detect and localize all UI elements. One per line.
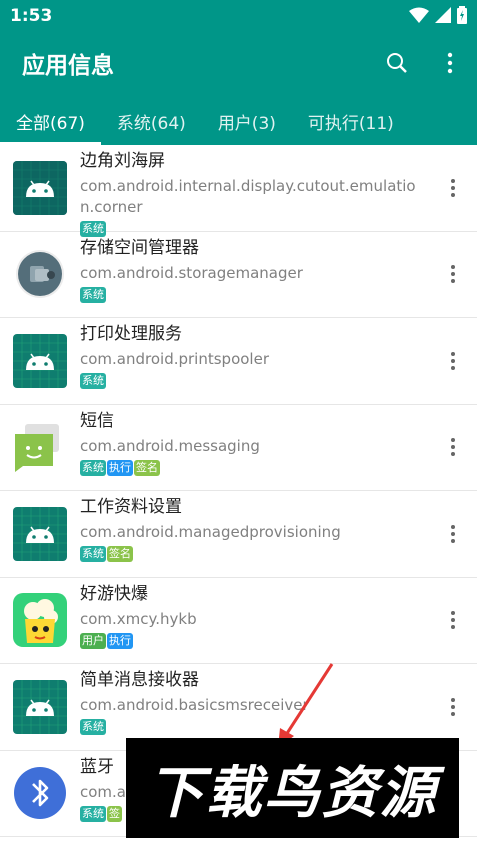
row-menu-button[interactable]: [443, 259, 463, 289]
app-package: com.android.internal.display.cutout.emul…: [80, 177, 416, 216]
tag-signature: 签: [107, 805, 122, 822]
app-package: com.xmcy.hykb: [80, 609, 197, 628]
tab-executable[interactable]: 可执行(11): [292, 98, 410, 145]
app-tags: 系统: [80, 286, 420, 303]
app-package: com.android.managedprovisioning: [80, 523, 341, 541]
search-button[interactable]: [380, 46, 414, 80]
app-name: 工作资料设置: [80, 497, 182, 517]
app-name: 好游快爆: [80, 583, 148, 604]
app-info: 边角刘海屏 com.android.internal.display.cutou…: [80, 149, 420, 237]
wifi-icon: [409, 7, 429, 23]
app-tags: 系统: [80, 719, 420, 735]
app-list: 边角刘海屏 com.android.internal.display.cutou…: [0, 145, 477, 837]
tag-exec: 执行: [107, 459, 133, 476]
tag-user: 用户: [80, 632, 106, 649]
row-menu-button[interactable]: [443, 692, 463, 722]
tab-all[interactable]: 全部(67): [0, 98, 101, 145]
app-package: com.android.basicsmsreceiver: [80, 696, 309, 714]
app-row[interactable]: 打印处理服务 com.android.printspooler 系统: [0, 318, 477, 405]
annotation-arrow: [278, 663, 334, 748]
tag-exec: 执行: [107, 632, 133, 649]
app-package: com.android.storagemanager: [80, 263, 303, 282]
watermark-text: 下载鸟资源: [147, 760, 438, 826]
tab-user[interactable]: 用户(3): [202, 98, 292, 145]
app-row[interactable]: 短信 com.android.messaging 系统 执行 签名: [0, 405, 477, 491]
app-package: com.android.printspooler: [80, 350, 269, 368]
messaging-icon: [13, 420, 67, 474]
tab-label: 可执行(11): [307, 114, 394, 134]
tab-label: 用户(3): [217, 114, 276, 134]
tag-signature: 签名: [107, 546, 133, 562]
android-icon: [13, 333, 67, 388]
tag-system: 系统: [80, 719, 106, 735]
app-package: com.android.messaging: [80, 436, 260, 455]
app-row[interactable]: 边角刘海屏 com.android.internal.display.cutou…: [0, 145, 477, 237]
battery-icon: [457, 6, 467, 24]
tab-label: 系统(64): [116, 114, 186, 134]
hykb-icon: [13, 593, 67, 648]
row-menu-button[interactable]: [443, 346, 463, 376]
signal-icon: [435, 7, 451, 23]
app-name: 打印处理服务: [80, 324, 182, 344]
status-time: 1:53: [10, 6, 53, 26]
tab-bar: 全部(67) 系统(64) 用户(3) 可执行(11): [0, 98, 477, 145]
android-icon: [13, 506, 67, 561]
android-icon: [13, 160, 67, 215]
app-name: 边角刘海屏: [80, 151, 165, 171]
app-row[interactable]: 存储空间管理器 com.android.storagemanager 系统: [0, 232, 477, 318]
status-icons: [409, 6, 467, 24]
tag-system: 系统: [80, 459, 106, 476]
app-info: 好游快爆 com.xmcy.hykb 用户 执行: [80, 582, 420, 649]
tag-system: 系统: [80, 805, 106, 822]
app-name: 存储空间管理器: [80, 237, 199, 258]
row-menu-button[interactable]: [443, 173, 463, 203]
storage-manager-icon: [13, 247, 67, 301]
app-tags: 系统: [80, 373, 420, 389]
tag-system: 系统: [80, 286, 106, 303]
search-icon: [387, 53, 407, 73]
app-name: 短信: [80, 410, 114, 431]
app-name: 简单消息接收器: [80, 670, 199, 690]
app-tags: 系统 执行 签名: [80, 459, 420, 476]
status-bar: 1:53: [0, 0, 477, 33]
app-info: 工作资料设置 com.android.managedprovisioning 系…: [80, 495, 420, 562]
overflow-menu-button[interactable]: [433, 46, 467, 80]
watermark-banner: 下载鸟资源: [126, 738, 459, 838]
app-bar: 1:53 应用信息 全部(67) 系统(64) 用户(3) 可执行(11): [0, 0, 477, 145]
tag-system: 系统: [80, 373, 106, 389]
app-row[interactable]: 好游快爆 com.xmcy.hykb 用户 执行: [0, 578, 477, 664]
tag-signature: 签名: [134, 459, 160, 476]
tag-system: 系统: [80, 546, 106, 562]
tab-label: 全部(67): [16, 114, 85, 134]
more-vert-icon: [447, 52, 453, 74]
app-info: 简单消息接收器 com.android.basicsmsreceiver 系统: [80, 668, 420, 735]
row-menu-button[interactable]: [443, 432, 463, 462]
bluetooth-icon: [13, 766, 67, 820]
app-tags: 用户 执行: [80, 632, 420, 649]
app-tags: 系统 签名: [80, 546, 420, 562]
tab-system[interactable]: 系统(64): [101, 98, 202, 145]
app-info: 短信 com.android.messaging 系统 执行 签名: [80, 409, 420, 476]
page-title: 应用信息: [22, 53, 114, 79]
android-icon: [13, 679, 67, 734]
row-menu-button[interactable]: [443, 605, 463, 635]
app-info: 存储空间管理器 com.android.storagemanager 系统: [80, 236, 420, 303]
app-info: 打印处理服务 com.android.printspooler 系统: [80, 322, 420, 389]
app-row[interactable]: 工作资料设置 com.android.managedprovisioning 系…: [0, 491, 477, 578]
row-menu-button[interactable]: [443, 519, 463, 549]
